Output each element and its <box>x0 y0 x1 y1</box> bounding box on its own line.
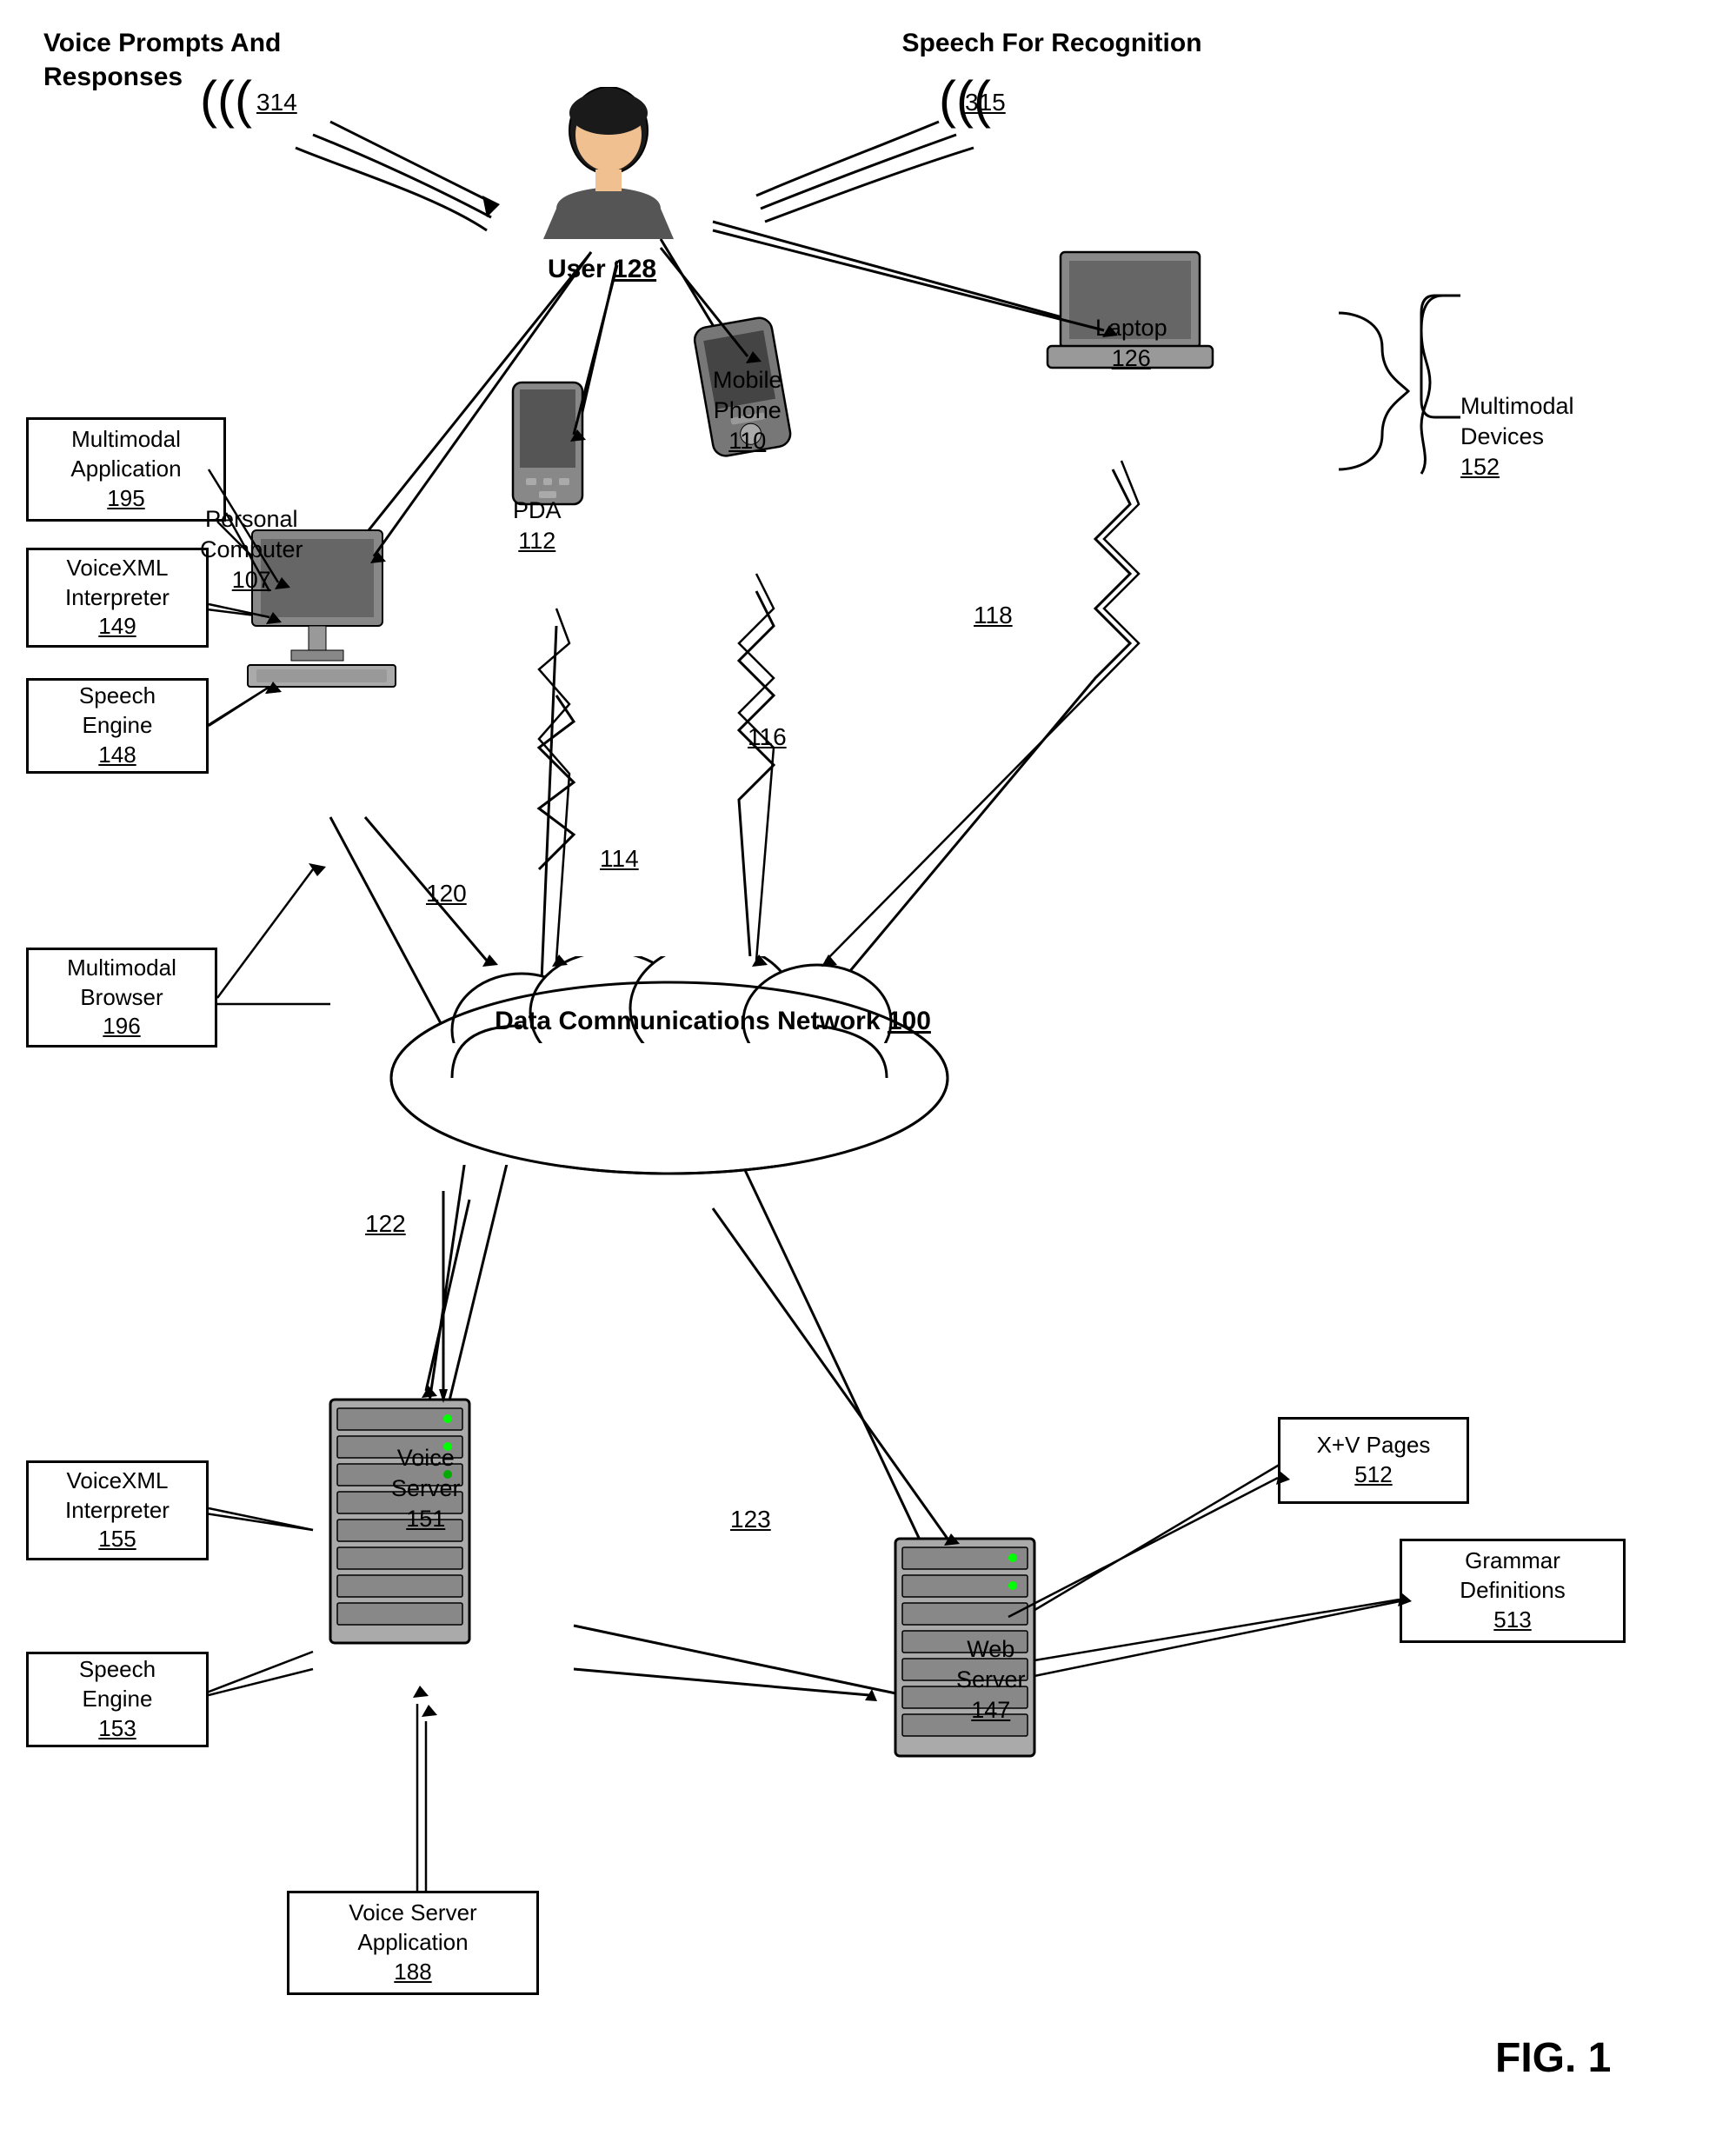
voice-server-icon <box>313 1391 487 1695</box>
voice-server-label: VoiceServer151 <box>391 1443 461 1534</box>
web-server-label: WebServer147 <box>956 1634 1026 1726</box>
ref-118: 118 <box>974 600 1013 631</box>
multimodal-devices-brace <box>1417 287 1469 548</box>
grammar-def-box: Grammar Definitions 513 <box>1400 1539 1626 1643</box>
voicexml-interp-bot-box: VoiceXML Interpreter 155 <box>26 1460 209 1560</box>
speech-recognition-label: Speech For Recognition <box>887 26 1217 60</box>
voice-wave-left: ))) <box>200 70 252 130</box>
user-label: User 128 <box>548 252 656 286</box>
mobile-phone-label: MobilePhone110 <box>713 365 782 456</box>
fig-label: FIG. 1 <box>1495 2034 1611 2082</box>
multimodal-browser-box: Multimodal Browser 196 <box>26 948 217 1048</box>
multimodal-app-box: Multimodal Application 195 <box>26 417 226 522</box>
pda-label: PDA112 <box>513 496 562 556</box>
diagram: Voice Prompts And Responses Speech For R… <box>0 0 1736 2155</box>
ref-123: 123 <box>730 1504 771 1535</box>
laptop-label: Laptop126 <box>1095 313 1167 374</box>
multimodal-devices-label: MultimodalDevices152 <box>1460 391 1574 482</box>
voice-wave-right: ((( <box>939 70 991 130</box>
ref-114: 114 <box>600 843 639 875</box>
user-icon <box>539 87 678 243</box>
speech-engine-top-box: Speech Engine 148 <box>26 678 209 774</box>
ref-314: 314 <box>256 87 297 118</box>
ref-116: 116 <box>748 722 787 753</box>
xv-pages-box: X+V Pages 512 <box>1278 1417 1469 1504</box>
voice-server-app-box: Voice Server Application 188 <box>287 1891 539 1995</box>
voicexml-interp-top-box: VoiceXML Interpreter 149 <box>26 548 209 648</box>
network-label: Data Communications Network 100 <box>469 1004 956 1038</box>
ref-120: 120 <box>426 878 467 909</box>
pc-label: PersonalComputer107 <box>200 504 303 595</box>
network-cloud <box>365 956 974 1200</box>
ref-122: 122 <box>365 1208 406 1240</box>
speech-engine-bot-box: Speech Engine 153 <box>26 1652 209 1747</box>
